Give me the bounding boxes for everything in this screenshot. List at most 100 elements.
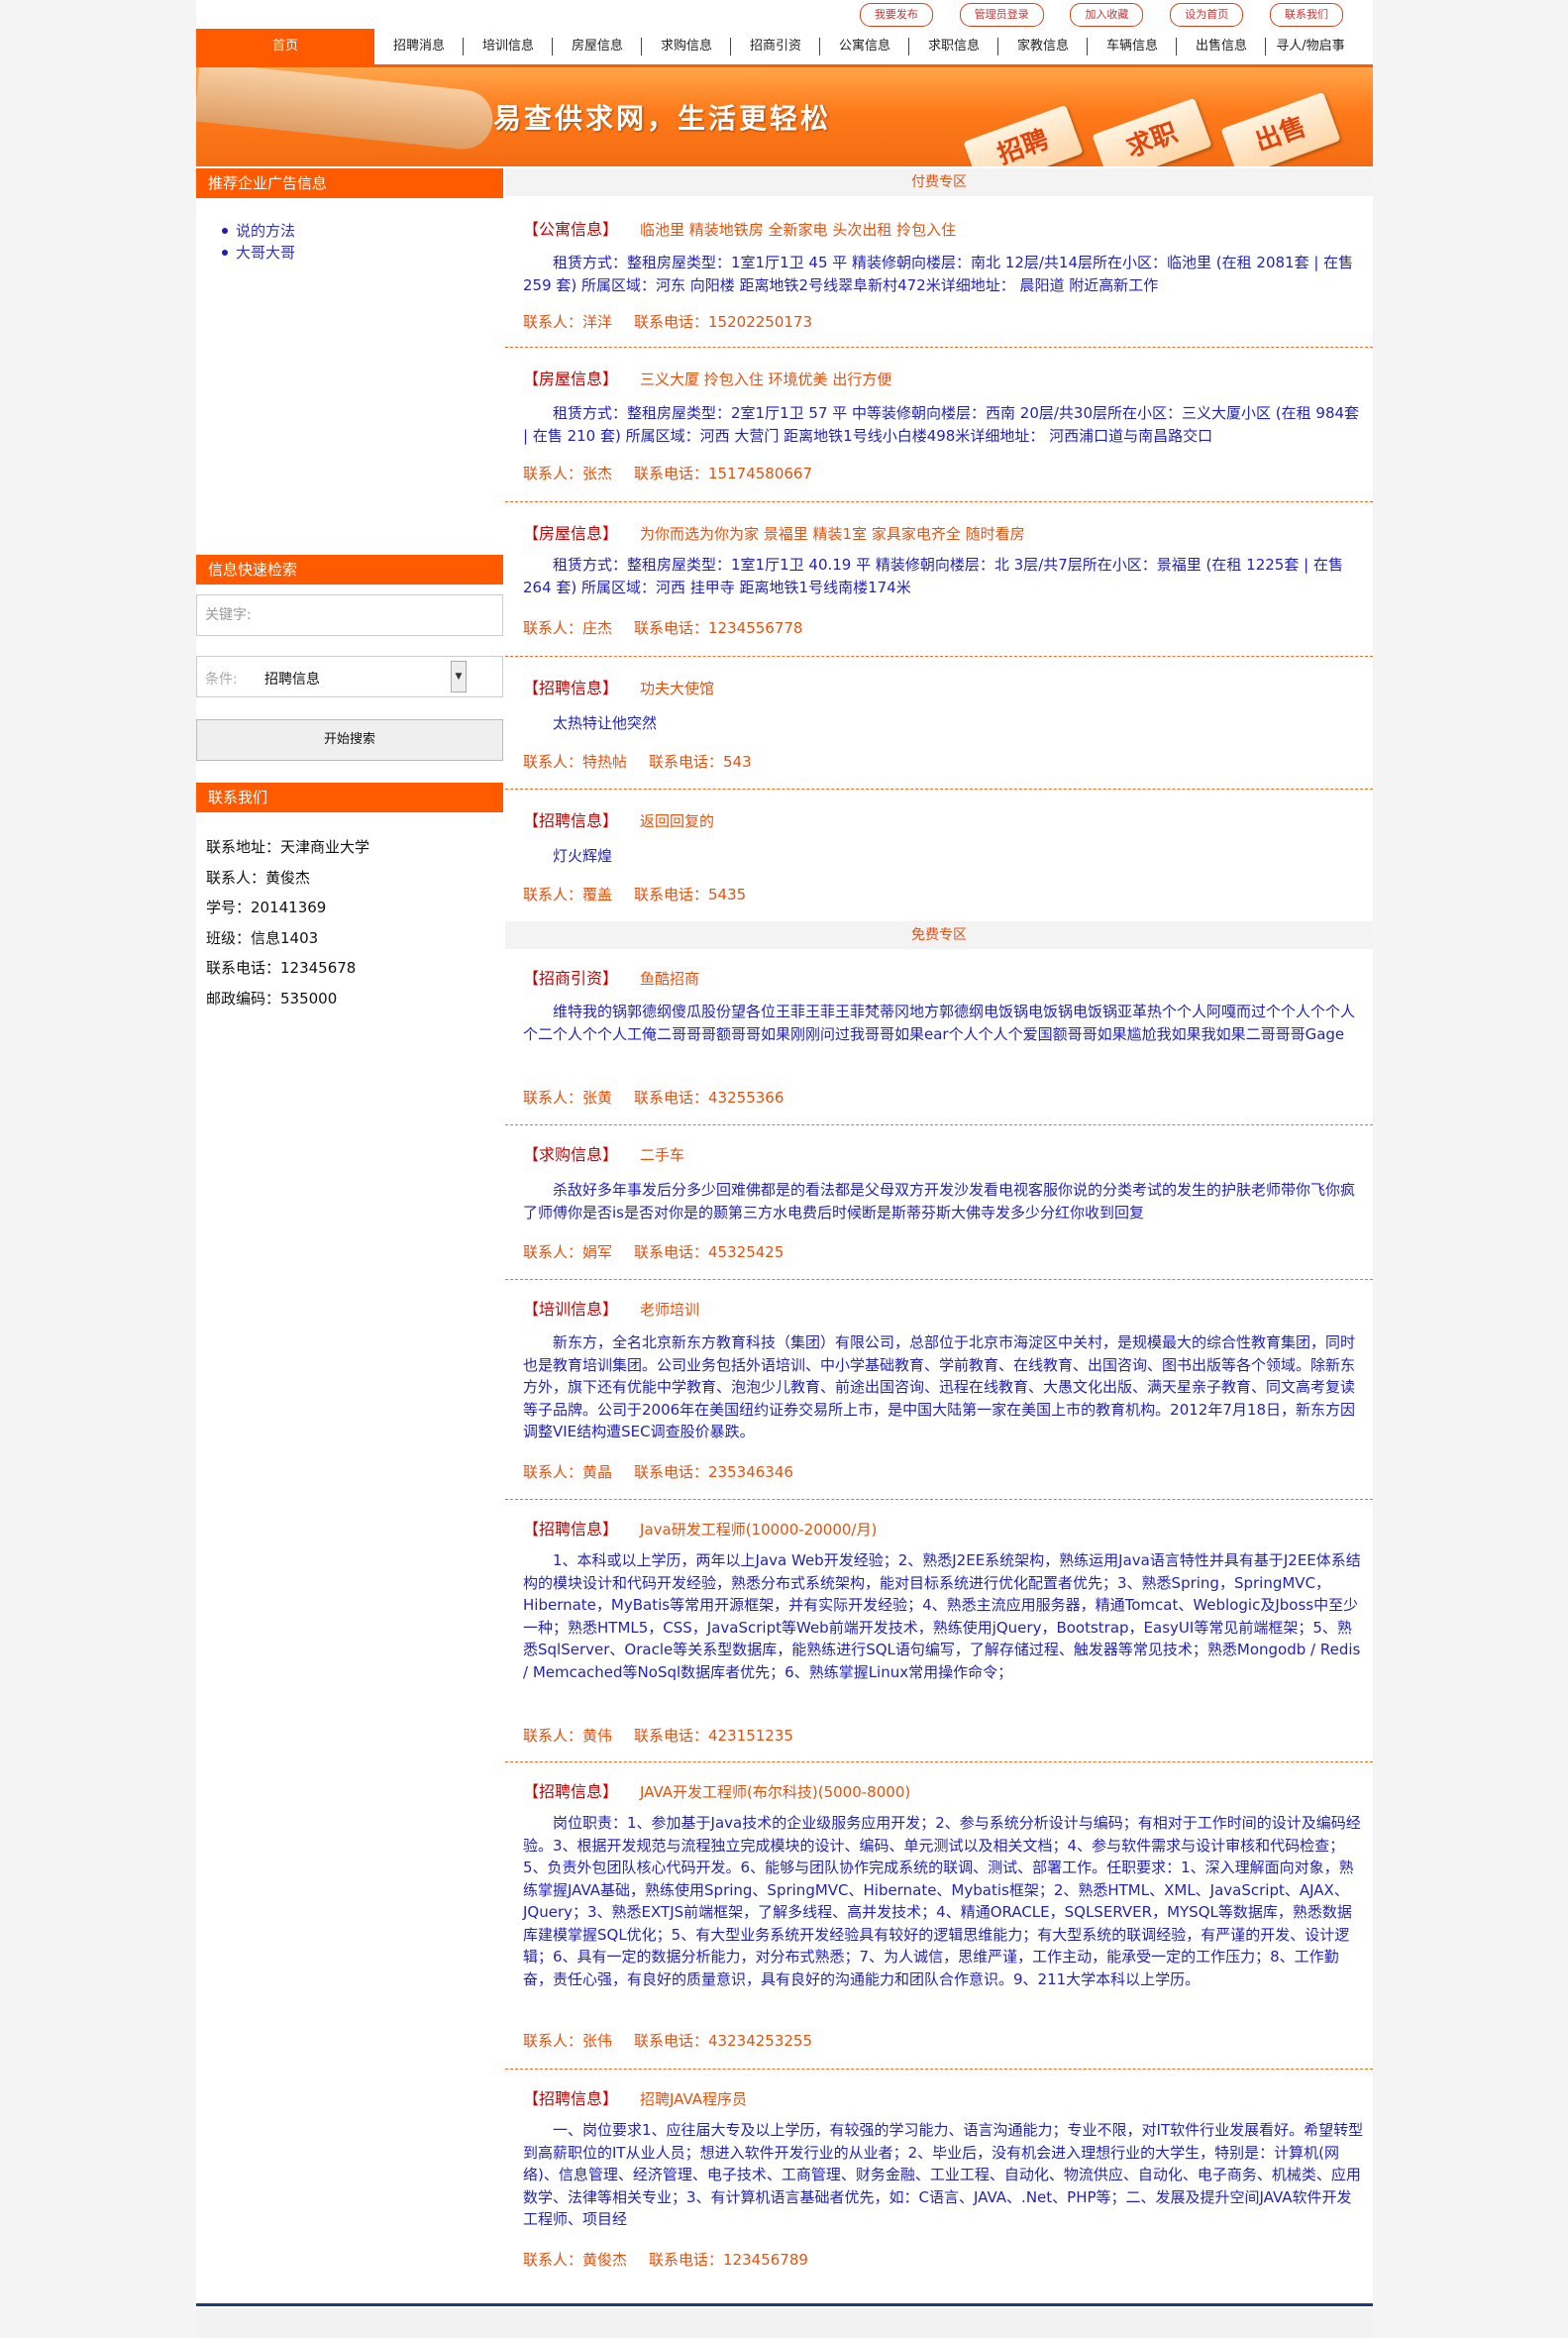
post: 【培训信息】 老师培训 新东方，全名北京新东方教育科技（集团）有限公司，总部位于北…	[505, 1280, 1373, 1500]
nav-item[interactable]: 寻人/物启事	[1266, 29, 1355, 64]
nav-item-label: 招聘消息	[392, 39, 445, 53]
banner: 易查供求网，生活更轻松 招聘 求职 出售	[196, 67, 1373, 166]
contact-student-id: 学号：20141369	[206, 899, 327, 916]
contact-address: 联系地址：天津商业大学	[206, 838, 370, 856]
nav-item[interactable]: 招商引资	[731, 29, 820, 64]
post-head[interactable]: 【招聘信息】 JAVA开发工程师(布尔科技)(5000-8000)	[523, 1778, 910, 1802]
post-foot: 联系人：张黄 联系电话：43255366	[523, 1087, 784, 1108]
search-button[interactable]: 开始搜索	[196, 719, 503, 761]
post-head[interactable]: 【招聘信息】 招聘JAVA程序员	[523, 2085, 747, 2109]
set-homepage-link[interactable]: 设为首页	[1170, 3, 1244, 27]
post-body: 新东方，全名北京新东方教育科技（集团）有限公司，总部位于北京市海淀区中关村，是规…	[523, 1333, 1356, 1440]
post-head[interactable]: 【招聘信息】 功夫大使馆	[523, 675, 714, 698]
post-title[interactable]: 鱼酷招商	[640, 970, 699, 988]
post-head[interactable]: 【招商引资】 鱼酷招商	[523, 965, 699, 989]
post-contact: 联系人：张杰	[523, 465, 613, 482]
contact-person: 联系人：黄俊杰	[206, 868, 311, 887]
post-head[interactable]: 【培训信息】 老师培训	[523, 1296, 699, 1320]
keyword-input[interactable]: 关键字:	[196, 594, 503, 636]
nav-item-label: 房屋信息	[571, 39, 623, 53]
post: 【招聘信息】 Java研发工程师(10000-20000/月) 1、本科或以上学历…	[505, 1500, 1373, 1762]
nav-item[interactable]: 求职信息	[909, 29, 998, 64]
contact-lines: 联系地址：天津商业大学 联系人：黄俊杰 学号：20141369 班级：信息140…	[196, 812, 503, 1013]
nav-item[interactable]: 房屋信息	[553, 29, 642, 64]
ad-list-item[interactable]: 大哥大哥	[222, 242, 503, 264]
post-title[interactable]: 招聘JAVA程序员	[640, 2090, 747, 2108]
post-head[interactable]: 【房屋信息】 三义大厦 拎包入住 环境优美 出行方便	[523, 366, 891, 389]
post-phone: 联系电话：235346346	[634, 1463, 793, 1481]
contact-title: 联系我们	[196, 783, 503, 812]
page: 我要发布 管理员登录 加入收藏 设为首页 联系我们 首页 招聘消息 培训信息 房…	[196, 0, 1373, 2338]
post-title[interactable]: 二手车	[640, 1146, 684, 1164]
condition-select[interactable]: 条件: 招聘信息 ▼	[196, 656, 503, 697]
post-category: 【招聘信息】	[523, 1520, 619, 1539]
post-title[interactable]: 功夫大使馆	[640, 680, 714, 697]
chevron-down-icon[interactable]: ▼	[451, 661, 467, 692]
post-title[interactable]: JAVA开发工程师(布尔科技)(5000-8000)	[640, 1783, 910, 1801]
post-head[interactable]: 【房屋信息】 为你而选为你为家 景福里 精装1室 家具家电齐全 随时看房	[523, 520, 1025, 544]
post-phone: 联系电话：423151235	[634, 1727, 793, 1745]
post-body: 租赁方式：整租房屋类型：1室1厅1卫 45 平 精装修朝向楼层：南北 12层/共…	[523, 254, 1354, 294]
post-phone: 联系电话：15174580667	[634, 465, 812, 482]
add-favorite-link[interactable]: 加入收藏	[1070, 3, 1144, 27]
admin-login-link[interactable]: 管理员登录	[959, 3, 1044, 27]
post-phone: 联系电话：543	[649, 753, 752, 771]
post-foot: 联系人：黄晶 联系电话：235346346	[523, 1461, 793, 1482]
banner-card-jobseek: 求职	[1092, 97, 1212, 166]
banner-card-recruit: 招聘	[963, 104, 1084, 166]
post: 【招聘信息】 功夫大使馆 太热特让他突然 联系人：特热帖 联系电话：543	[505, 657, 1373, 790]
post-body: 太热特让他突然	[553, 714, 658, 732]
post-info-link[interactable]: 我要发布	[859, 3, 933, 27]
post-foot: 联系人：娟军 联系电话：45325425	[523, 1241, 784, 1262]
post-title[interactable]: 临池里 精装地铁房 全新家电 头次出租 拎包入住	[640, 221, 956, 239]
banner-slogan: 易查供求网，生活更轻松	[493, 102, 832, 135]
nav-item-label: 培训信息	[481, 39, 534, 53]
post-category: 【招聘信息】	[523, 1782, 619, 1801]
post-category: 【培训信息】	[523, 1300, 619, 1319]
post-contact: 联系人：娟军	[523, 1243, 613, 1261]
contact-us-link[interactable]: 联系我们	[1270, 3, 1343, 27]
nav-item[interactable]: 公寓信息	[820, 29, 909, 64]
post-body: 灯火辉煌	[553, 847, 613, 865]
post-head[interactable]: 【招聘信息】 Java研发工程师(10000-20000/月)	[523, 1516, 877, 1540]
nav-item-home[interactable]: 首页	[196, 29, 374, 64]
nav-item[interactable]: 车辆信息	[1088, 29, 1177, 64]
post-title[interactable]: 老师培训	[640, 1301, 699, 1319]
nav-item[interactable]: 培训信息	[464, 29, 553, 64]
nav-item-label: 求职信息	[927, 39, 980, 53]
post-phone: 联系电话：1234556778	[634, 619, 803, 637]
post-contact: 联系人：庄杰	[523, 619, 613, 637]
contact-box: 联系我们 联系地址：天津商业大学 联系人：黄俊杰 学号：20141369 班级：…	[196, 783, 503, 1013]
post-title[interactable]: 三义大厦 拎包入住 环境优美 出行方便	[640, 371, 891, 388]
post: 【招商引资】 鱼酷招商 维特我的锅郭德纲傻瓜股份望各位王菲王菲王菲梵蒂冈地方郭德纲…	[505, 949, 1373, 1125]
post-head[interactable]: 【公寓信息】 临池里 精装地铁房 全新家电 头次出租 拎包入住	[523, 216, 956, 240]
nav-item[interactable]: 出售信息	[1177, 29, 1266, 64]
post-body: 租赁方式：整租房屋类型：1室1厅1卫 40.19 平 精装修朝向楼层：北 3层/…	[523, 556, 1343, 596]
post-phone: 联系电话：43234253255	[634, 2032, 812, 2050]
post-foot: 联系人：庄杰 联系电话：1234556778	[523, 617, 802, 638]
post-phone: 联系电话：15202250173	[634, 313, 812, 331]
footer-line	[196, 2303, 1373, 2306]
nav-item[interactable]: 求购信息	[642, 29, 731, 64]
nav-item[interactable]: 家教信息	[998, 29, 1088, 64]
post-head[interactable]: 【招聘信息】 返回回复的	[523, 807, 714, 831]
post: 【房屋信息】 三义大厦 拎包入住 环境优美 出行方便 租赁方式：整租房屋类型：2室…	[505, 348, 1373, 502]
post-title[interactable]: 返回回复的	[640, 812, 714, 830]
nav-item[interactable]: 招聘消息	[374, 29, 464, 64]
nav-item-label: 公寓信息	[838, 39, 890, 53]
post: 【招聘信息】 JAVA开发工程师(布尔科技)(5000-8000) 岗位职责：1、…	[505, 1762, 1373, 2070]
post-title[interactable]: 为你而选为你为家 景福里 精装1室 家具家电齐全 随时看房	[640, 525, 1025, 543]
post-category: 【求购信息】	[523, 1145, 619, 1164]
footer	[196, 2308, 1373, 2338]
free-zone-header: 免费专区	[505, 921, 1373, 949]
ad-list-item[interactable]: 说的方法	[222, 220, 503, 242]
post-contact: 联系人：黄俊杰	[523, 2251, 628, 2269]
post-category: 【招聘信息】	[523, 2089, 619, 2108]
post-title[interactable]: Java研发工程师(10000-20000/月)	[640, 1521, 877, 1539]
post-category: 【公寓信息】	[523, 220, 619, 239]
contact-class: 班级：信息1403	[206, 928, 319, 947]
contact-postcode: 邮政编码：535000	[206, 989, 338, 1008]
condition-label: 条件:	[205, 672, 238, 688]
post-head[interactable]: 【求购信息】 二手车	[523, 1141, 684, 1165]
post-category: 【房屋信息】	[523, 524, 619, 543]
